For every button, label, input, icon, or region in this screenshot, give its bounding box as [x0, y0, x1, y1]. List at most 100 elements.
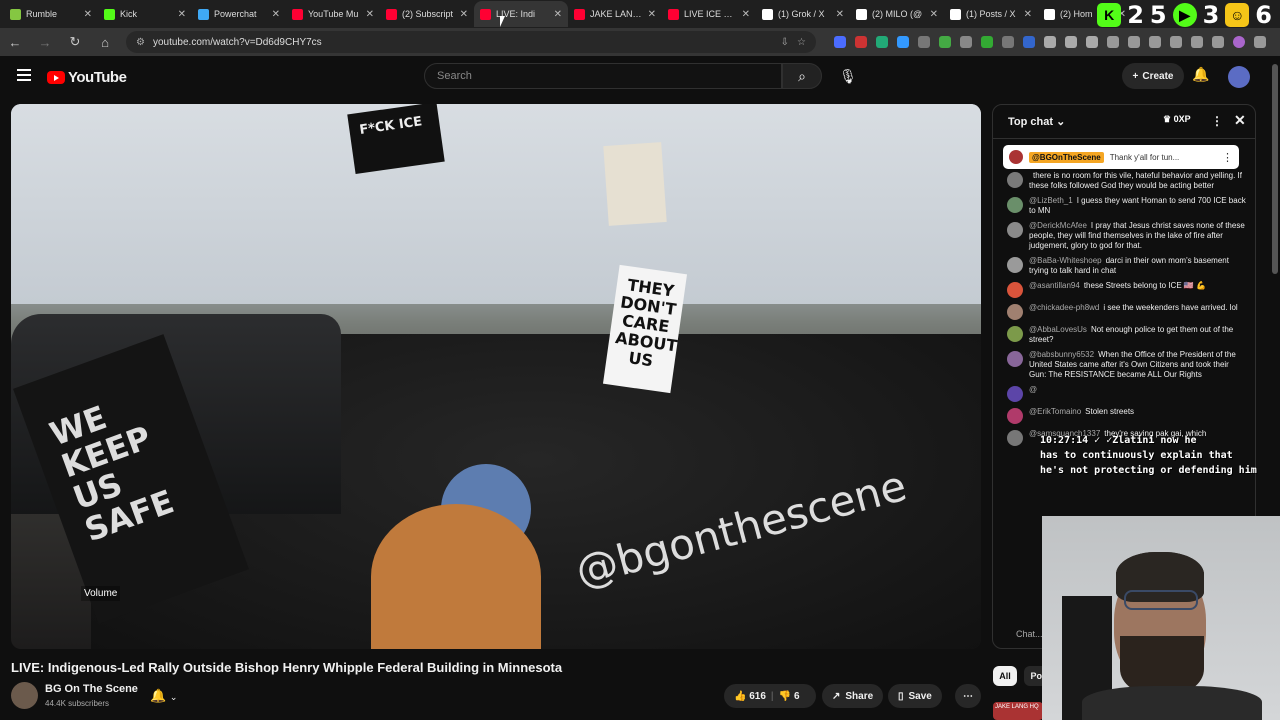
- extension-icon[interactable]: [897, 36, 909, 48]
- tab-close-icon[interactable]: ✕: [460, 9, 468, 20]
- extension-icon[interactable]: [1002, 36, 1014, 48]
- chat-text: there is no room for this vile, hateful …: [1029, 171, 1242, 190]
- create-button[interactable]: + Create: [1122, 63, 1184, 89]
- browser-tab[interactable]: LIVE: Indi ✕: [474, 1, 568, 27]
- video-player[interactable]: F*CK ICE THEY DON'T CARE ABOUT US WE KEE…: [11, 104, 981, 649]
- subscription-bell-icon[interactable]: 🔔 ⌄: [150, 688, 177, 704]
- save-button[interactable]: ▯ Save: [888, 684, 942, 708]
- chat-mode-selector[interactable]: Top chat ⌄: [1008, 115, 1065, 128]
- hamburger-menu-icon[interactable]: [17, 69, 31, 81]
- chat-avatar: [1007, 197, 1023, 213]
- chat-message[interactable]: @ErikTomaino Stolen streets: [993, 405, 1255, 427]
- chat-message[interactable]: @asantillan94 these Streets belong to ICE…: [993, 279, 1255, 301]
- tab-favicon: [668, 8, 679, 20]
- chat-author: @babsbunny6532: [1029, 350, 1095, 359]
- extension-overlay: K 2 5 ▶ 3 ☺ 6: [1097, 0, 1280, 30]
- dislike-count: 6: [793, 690, 800, 702]
- chat-message[interactable]: there is no room for this vile, hateful …: [993, 169, 1255, 194]
- tab-close-icon[interactable]: ✕: [554, 9, 562, 20]
- like-button[interactable]: 👍 616: [734, 691, 766, 702]
- channel-name[interactable]: BG On The Scene: [45, 683, 138, 695]
- history-icon[interactable]: [1107, 36, 1119, 48]
- tab-close-icon[interactable]: ✕: [648, 9, 656, 20]
- chat-message[interactable]: @AbbaLovesUs Not enough police to get the…: [993, 323, 1255, 348]
- site-info-icon[interactable]: ⚙: [136, 37, 145, 48]
- browser-menu-icon[interactable]: [1254, 36, 1266, 48]
- filter-po[interactable]: Po: [1024, 666, 1044, 686]
- devtools-icon[interactable]: [1149, 36, 1161, 48]
- extension-icon[interactable]: [855, 36, 867, 48]
- logo-text: YouTube: [68, 69, 127, 86]
- more-actions-button[interactable]: ⋯: [955, 684, 981, 708]
- puzzle-icon[interactable]: [1086, 36, 1098, 48]
- browser-tab[interactable]: Kick ✕: [98, 1, 192, 27]
- sidebar-icon[interactable]: [1191, 36, 1203, 48]
- extension-icon[interactable]: [834, 36, 846, 48]
- tab-close-icon[interactable]: ✕: [84, 9, 92, 20]
- back-icon[interactable]: ←: [6, 35, 24, 50]
- pinned-message[interactable]: @BGOnTheScene Thank y'all for tun... ⋮: [1003, 145, 1239, 169]
- tab-label: Rumble: [26, 9, 58, 19]
- browser-tab[interactable]: (1) Posts / X ✕: [944, 1, 1038, 27]
- youtube-logo[interactable]: YouTube: [47, 69, 127, 86]
- share-button[interactable]: ↗ Share: [822, 684, 884, 708]
- extension-icon[interactable]: [918, 36, 930, 48]
- filter-all[interactable]: All: [993, 666, 1017, 686]
- recommended-thumbnail[interactable]: JAKE LANG HQ: [993, 702, 1043, 720]
- tab-close-icon[interactable]: ✕: [742, 9, 750, 20]
- voice-search-icon[interactable]: 🎙: [836, 63, 860, 89]
- chat-author: @: [1029, 385, 1038, 394]
- tab-close-icon[interactable]: ✕: [366, 9, 374, 20]
- chat-more-icon[interactable]: ⋮: [1211, 114, 1223, 128]
- forward-icon[interactable]: →: [36, 35, 54, 50]
- browser-tab[interactable]: JAKE LANG 2 ✕: [568, 1, 662, 27]
- bookmark-star-icon[interactable]: ☆: [797, 37, 806, 48]
- search-button[interactable]: ⌕: [782, 63, 822, 89]
- url-field[interactable]: ⚙ youtube.com/watch?v=Dd6d9CHY7cs ⇩ ☆: [126, 31, 816, 53]
- channel-avatar[interactable]: [11, 682, 38, 709]
- xp-badge[interactable]: ♛ 0XP: [1163, 114, 1191, 125]
- browser-tab[interactable]: YouTube Mu ✕: [286, 1, 380, 27]
- extension-icon[interactable]: [960, 36, 972, 48]
- tab-close-icon[interactable]: ✕: [1024, 9, 1032, 20]
- chat-message[interactable]: @BaBa-Whiteshoep darci in their own mom's…: [993, 254, 1255, 279]
- browser-tab[interactable]: (2) MILO (@ ✕: [850, 1, 944, 27]
- extension-icon[interactable]: [876, 36, 888, 48]
- overlay-line: he's not protecting or defending him: [1040, 465, 1257, 476]
- tab-search-icon[interactable]: [1170, 36, 1182, 48]
- chat-message[interactable]: @DerickMcAfee I pray that Jesus christ sa…: [993, 219, 1255, 254]
- chat-message[interactable]: @chickadee-ph8wd i see the weekenders hav…: [993, 301, 1255, 323]
- notifications-bell-icon[interactable]: 🔔: [1192, 66, 1209, 83]
- extension-icon[interactable]: [1044, 36, 1056, 48]
- reload-icon[interactable]: ↻: [66, 34, 84, 50]
- reading-list-icon[interactable]: [1212, 36, 1224, 48]
- home-icon[interactable]: ⌂: [96, 35, 114, 50]
- page-scrollbar[interactable]: [1272, 64, 1278, 274]
- search-input[interactable]: Search: [424, 63, 782, 89]
- chat-message[interactable]: @LizBeth_1 I guess they want Homan to sen…: [993, 194, 1255, 219]
- browser-tab[interactable]: Rumble ✕: [4, 1, 98, 27]
- profile-icon[interactable]: [1233, 36, 1245, 48]
- browser-tab[interactable]: Powerchat ✕: [192, 1, 286, 27]
- chat-message-body: there is no room for this vile, hateful …: [1029, 171, 1247, 191]
- browser-tab[interactable]: (2) Subscript ✕: [380, 1, 474, 27]
- browser-tab[interactable]: LIVE ICE CO ✕: [662, 1, 756, 27]
- tab-close-icon[interactable]: ✕: [930, 9, 938, 20]
- tab-favicon: [1044, 8, 1055, 20]
- chat-close-icon[interactable]: ✕: [1234, 112, 1246, 129]
- extension-icon[interactable]: [939, 36, 951, 48]
- browser-tab[interactable]: (1) Grok / X ✕: [756, 1, 850, 27]
- tab-close-icon[interactable]: ✕: [178, 9, 186, 20]
- pinned-more-icon[interactable]: ⋮: [1222, 151, 1233, 164]
- install-icon[interactable]: ⇩: [781, 37, 789, 48]
- extension-icon[interactable]: [981, 36, 993, 48]
- extension-icon[interactable]: [1023, 36, 1035, 48]
- tab-close-icon[interactable]: ✕: [272, 9, 280, 20]
- chat-message[interactable]: @: [993, 383, 1255, 405]
- account-avatar[interactable]: [1228, 66, 1250, 88]
- screenshot-icon[interactable]: [1128, 36, 1140, 48]
- dislike-button[interactable]: 👎 6: [779, 691, 800, 702]
- tab-close-icon[interactable]: ✕: [836, 9, 844, 20]
- chat-message[interactable]: @babsbunny6532 When the Office of the Pre…: [993, 348, 1255, 383]
- extension-icon[interactable]: [1065, 36, 1077, 48]
